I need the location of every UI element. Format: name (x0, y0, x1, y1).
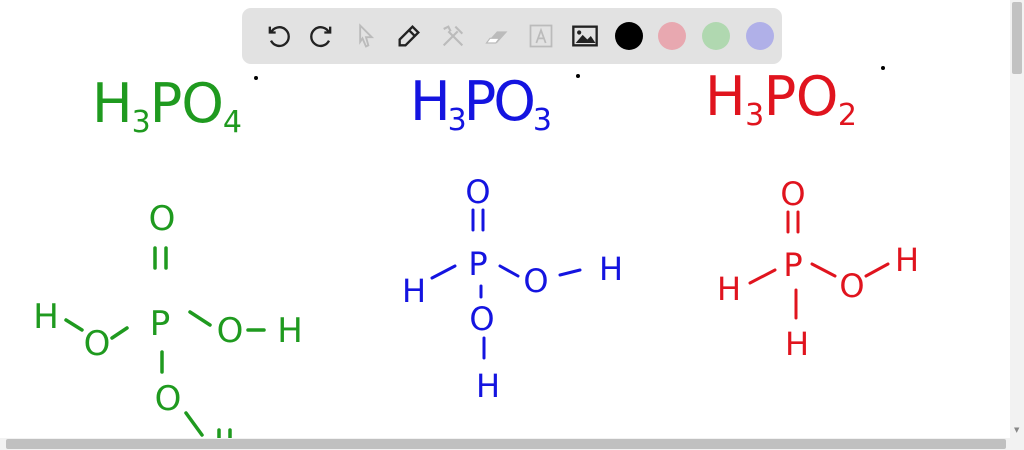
formula-h3po3: H3PO3 (410, 70, 552, 138)
vertical-scrollbar[interactable]: ▼ (1010, 0, 1024, 438)
svg-text:H3PO2: H3PO2 (705, 65, 857, 133)
structure-h3po3: O P H O H O H (402, 173, 623, 405)
svg-text:P: P (783, 246, 802, 284)
structure-h3po4: O P H O O H O (33, 199, 303, 438)
redo-icon (309, 26, 332, 48)
svg-text:H: H (599, 250, 623, 288)
pen-icon (398, 25, 421, 47)
svg-text:H: H (476, 367, 500, 405)
image-tool-button[interactable] (563, 14, 607, 58)
color-swatch-pink (658, 22, 687, 50)
vertical-scroll-thumb[interactable] (1012, 2, 1022, 74)
svg-text:H: H (33, 297, 59, 337)
svg-text:H: H (402, 272, 426, 310)
dot (881, 66, 885, 70)
text-tool-button[interactable] (519, 14, 563, 58)
svg-text:O: O (839, 267, 864, 305)
color-swatch-purple (746, 22, 775, 50)
horizontal-scroll-thumb[interactable] (6, 439, 1006, 449)
svg-text:O: O (217, 311, 244, 351)
color-swatch-green (702, 22, 731, 50)
scroll-down-arrow-icon[interactable]: ▼ (1014, 426, 1019, 434)
horizontal-scrollbar[interactable] (0, 438, 1024, 450)
color-purple-button[interactable] (738, 14, 782, 58)
svg-text:P: P (150, 304, 171, 344)
image-icon (571, 25, 598, 47)
color-black-button[interactable] (607, 14, 651, 58)
svg-text:H: H (277, 311, 303, 351)
svg-text:O: O (149, 199, 176, 239)
svg-text:H: H (717, 270, 741, 308)
text-icon (529, 24, 553, 48)
svg-text:H: H (785, 325, 809, 363)
redo-button[interactable] (300, 14, 344, 58)
eraser-icon (485, 31, 508, 44)
svg-text:H3PO4: H3PO4 (92, 72, 242, 140)
color-pink-button[interactable] (650, 14, 694, 58)
drawing-toolbar (242, 8, 782, 64)
undo-icon (268, 26, 290, 48)
eraser-tool-button[interactable] (475, 14, 519, 58)
tools-button[interactable] (431, 14, 475, 58)
svg-text:O: O (469, 300, 494, 338)
svg-text:O: O (84, 324, 111, 364)
dot (254, 76, 258, 80)
svg-text:O: O (523, 262, 548, 300)
drawing-canvas[interactable]: H3PO4 H3PO3 H3PO2 O P H O O H O O P H O … (0, 0, 1010, 438)
dot (576, 74, 580, 78)
tools-icon (443, 25, 464, 47)
svg-text:O: O (155, 379, 182, 419)
svg-text:P: P (468, 245, 487, 283)
svg-text:O: O (465, 173, 490, 211)
svg-text:O: O (780, 175, 805, 213)
select-tool-button[interactable] (344, 14, 388, 58)
color-swatch-black (614, 22, 643, 50)
undo-button[interactable] (256, 14, 300, 58)
svg-text:H3PO3: H3PO3 (410, 70, 552, 138)
formula-h3po2: H3PO2 (705, 65, 857, 133)
structure-h3po2: O P H O H H (717, 175, 919, 363)
color-green-button[interactable] (694, 14, 738, 58)
svg-text:H: H (895, 241, 919, 279)
formula-h3po4: H3PO4 (92, 72, 242, 140)
pen-tool-button[interactable] (387, 14, 431, 58)
select-icon (358, 23, 374, 48)
